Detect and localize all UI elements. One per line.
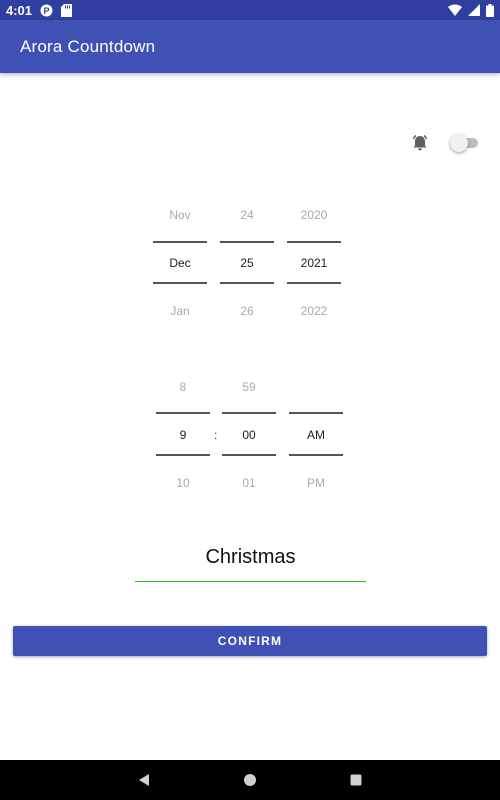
divider bbox=[289, 412, 343, 414]
month-next[interactable]: Jan bbox=[153, 304, 207, 318]
minute-picker[interactable]: 59 00 01 bbox=[222, 372, 276, 502]
back-icon[interactable] bbox=[136, 772, 152, 788]
day-prev[interactable]: 24 bbox=[220, 208, 274, 222]
year-next[interactable]: 2022 bbox=[287, 304, 341, 318]
alarm-icon bbox=[410, 133, 430, 153]
divider bbox=[156, 454, 210, 456]
toggle-thumb bbox=[450, 134, 468, 152]
minute-next[interactable]: 01 bbox=[222, 476, 276, 490]
battery-icon bbox=[486, 3, 494, 17]
divider bbox=[287, 241, 341, 243]
app-bar: Arora Countdown bbox=[0, 20, 500, 73]
event-name-field[interactable] bbox=[135, 534, 366, 582]
ampm-next[interactable]: PM bbox=[289, 476, 343, 490]
status-bar: 4:01 P bbox=[0, 0, 500, 20]
year-picker[interactable]: 2020 2021 2022 bbox=[287, 200, 341, 330]
hour-picker[interactable]: 8 9 10 bbox=[156, 372, 210, 502]
hour-selected[interactable]: 9 bbox=[156, 428, 210, 442]
divider bbox=[220, 282, 274, 284]
month-picker[interactable]: Nov Dec Jan bbox=[153, 200, 207, 330]
day-picker[interactable]: 24 25 26 bbox=[220, 200, 274, 330]
day-selected[interactable]: 25 bbox=[220, 256, 274, 270]
alarm-toggle[interactable] bbox=[450, 134, 478, 152]
divider bbox=[153, 282, 207, 284]
confirm-button[interactable]: CONFIRM bbox=[13, 626, 487, 656]
signal-icon bbox=[468, 4, 480, 16]
divider bbox=[220, 241, 274, 243]
navigation-bar bbox=[0, 760, 500, 800]
divider bbox=[289, 454, 343, 456]
divider bbox=[222, 454, 276, 456]
minute-prev[interactable]: 59 bbox=[222, 380, 276, 394]
year-selected[interactable]: 2021 bbox=[287, 256, 341, 270]
hour-prev[interactable]: 8 bbox=[156, 380, 210, 394]
minute-selected[interactable]: 00 bbox=[222, 428, 276, 442]
divider bbox=[222, 412, 276, 414]
status-time: 4:01 bbox=[6, 2, 33, 18]
svg-text:P: P bbox=[44, 6, 50, 16]
month-prev[interactable]: Nov bbox=[153, 208, 207, 222]
time-separator: : bbox=[214, 428, 218, 442]
notification-icon: P bbox=[40, 4, 53, 17]
day-next[interactable]: 26 bbox=[220, 304, 274, 318]
recents-icon[interactable] bbox=[348, 772, 364, 788]
divider bbox=[156, 412, 210, 414]
home-icon[interactable] bbox=[242, 772, 258, 788]
ampm-selected[interactable]: AM bbox=[289, 428, 343, 442]
wifi-icon bbox=[448, 4, 462, 16]
hour-next[interactable]: 10 bbox=[156, 476, 210, 490]
sd-card-icon bbox=[61, 3, 74, 17]
divider bbox=[287, 282, 341, 284]
year-prev[interactable]: 2020 bbox=[287, 208, 341, 222]
ampm-picker[interactable]: AM PM bbox=[289, 372, 343, 502]
month-selected[interactable]: Dec bbox=[153, 256, 207, 270]
app-title: Arora Countdown bbox=[20, 36, 156, 56]
divider bbox=[153, 241, 207, 243]
